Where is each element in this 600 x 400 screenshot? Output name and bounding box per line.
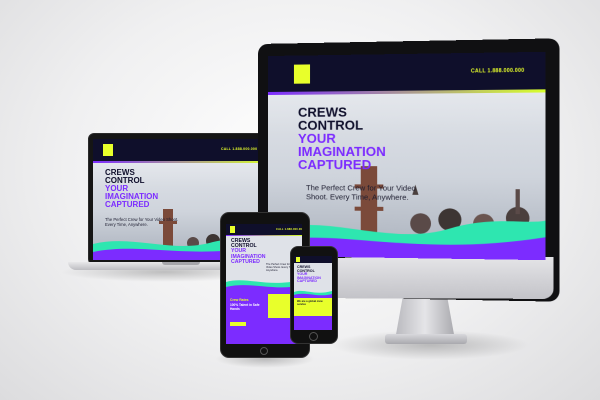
logo-icon[interactable] [230,226,235,233]
info-card-text: We are a global crew service [297,300,323,306]
hero-tagline: The Perfect Crew for Your Video Shoot. E… [105,217,179,227]
hero-heading: CREWS CONTROL YOUR IMAGINATION CAPTURED [231,238,266,265]
info-card: We are a global crew service [294,298,332,330]
hero-wave [294,290,332,298]
logo-icon[interactable] [293,64,311,84]
hero-heading: CREWS CONTROL YOUR IMAGINATION CAPTURED [105,168,159,209]
hero-heading: CREWS CONTROL YOUR IMAGINATION CAPTURED [297,265,321,284]
hero-heading: CREWS CONTROL YOUR IMAGINATION CAPTURED [297,104,386,173]
phone-screen: CREWS CONTROL YOUR IMAGINATION CAPTURED … [294,256,332,330]
phone-link[interactable]: CALL 1.888.000.000 [221,147,257,151]
rates-text: 100% Talent in Safe Hands [230,303,260,311]
logo-icon[interactable] [103,144,113,156]
logo-icon[interactable] [296,257,300,262]
info-card-strip [294,316,332,330]
monitor-foot [385,334,467,344]
phone-home-button [309,332,318,341]
tablet-home-button [260,347,268,355]
phone-link[interactable]: CALL 1.888.000.000 [471,68,524,75]
phone-link[interactable]: CALL 1.888.000.000 [276,228,302,231]
hero-tagline: The Perfect Crew for Your Video Shoot. E… [306,183,416,202]
rates-button[interactable] [230,322,246,326]
rates-label: Crew Rates [230,298,249,302]
